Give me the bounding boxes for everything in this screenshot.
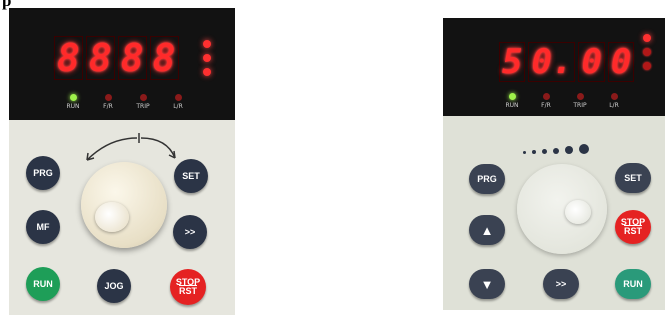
status-label: L/R: [609, 102, 619, 109]
unit-indicator-leds: [643, 34, 651, 70]
set-button[interactable]: SET: [174, 159, 208, 193]
led-display: 8 8 8 8 RUN F/R TRIP L/R: [9, 8, 235, 120]
keypad-face: PRG SET MF >> RUN JOG STOP RST: [9, 120, 235, 315]
dial-scale-dots-icon: [523, 144, 589, 154]
potentiometer-knob[interactable]: [517, 164, 607, 254]
stop-reset-button[interactable]: STOP RST: [170, 269, 206, 305]
up-arrow-icon: ▲: [480, 222, 494, 238]
up-button[interactable]: ▲: [469, 215, 505, 245]
set-button[interactable]: SET: [615, 163, 651, 193]
run-button[interactable]: RUN: [615, 269, 651, 299]
trip-led: [139, 94, 147, 101]
unit-led: [643, 48, 651, 56]
display-digit: 0: [607, 42, 635, 82]
lr-led: [174, 94, 182, 101]
down-arrow-icon: ▼: [480, 276, 494, 292]
display-digit: 8: [149, 36, 179, 80]
potentiometer-knob[interactable]: [81, 162, 167, 248]
status-lr: L/R: [603, 93, 625, 109]
status-label: TRIP: [136, 103, 150, 110]
status-run: RUN: [62, 94, 84, 110]
run-led: [508, 93, 516, 100]
keypad-panel-left: 8 8 8 8 RUN F/R TRIP L/R PRG SET MF >> R…: [9, 8, 235, 315]
display-digit: 0.: [528, 42, 576, 82]
status-label: RUN: [66, 103, 80, 110]
scale-dot: [542, 149, 547, 154]
down-button[interactable]: ▼: [469, 269, 505, 299]
status-fr: F/R: [535, 93, 557, 109]
status-fr: F/R: [97, 94, 119, 110]
reset-label: RST: [179, 286, 197, 296]
keypad-panel-right: 5 0. 0 0 RUN F/R TRIP L/R PRG SET ▲ STOP…: [443, 18, 665, 310]
seven-segment-readout: 5 0. 0 0: [499, 42, 635, 82]
status-label: F/R: [103, 103, 113, 110]
seven-segment-readout: 8 8 8 8: [54, 36, 179, 80]
stop-reset-button[interactable]: STOP RST: [615, 210, 651, 244]
reset-label: RST: [624, 226, 642, 236]
unit-indicator-leds: [203, 40, 211, 76]
display-digit: 0: [578, 42, 605, 82]
lr-led: [610, 93, 618, 100]
status-label: RUN: [505, 102, 519, 109]
status-label: F/R: [541, 102, 551, 109]
trip-led: [576, 93, 584, 100]
status-trip: TRIP: [569, 93, 591, 109]
led-display: 5 0. 0 0 RUN F/R TRIP L/R: [443, 18, 665, 116]
shift-button[interactable]: >>: [543, 269, 579, 299]
fr-led: [542, 93, 550, 100]
display-digit: 5: [499, 42, 526, 82]
status-label: TRIP: [573, 102, 587, 109]
scale-dot: [532, 150, 536, 154]
jog-button[interactable]: JOG: [97, 269, 131, 303]
knob-grip: [95, 202, 129, 232]
status-run: RUN: [501, 93, 523, 109]
unit-led: [203, 40, 211, 48]
display-digit: 8: [85, 36, 115, 80]
status-lr: L/R: [167, 94, 189, 110]
status-led-row: RUN F/R TRIP L/R: [62, 94, 189, 110]
unit-led: [643, 62, 651, 70]
unit-led: [643, 34, 651, 42]
scale-dot: [553, 148, 559, 154]
status-trip: TRIP: [132, 94, 154, 110]
unit-led: [203, 54, 211, 62]
prg-button[interactable]: PRG: [26, 156, 60, 190]
unit-led: [203, 68, 211, 76]
display-digit: 8: [117, 36, 147, 80]
run-led: [69, 94, 77, 101]
prg-button[interactable]: PRG: [469, 164, 505, 194]
shift-button[interactable]: >>: [173, 215, 207, 249]
scale-dot: [565, 146, 573, 154]
scale-dot: [579, 144, 589, 154]
fr-led: [104, 94, 112, 101]
keypad-face: PRG SET ▲ STOP RST ▼ >> RUN: [443, 116, 665, 310]
knob-grip: [565, 200, 591, 224]
status-led-row: RUN F/R TRIP L/R: [501, 93, 625, 109]
mf-button[interactable]: MF: [26, 210, 60, 244]
scale-dot: [523, 151, 526, 154]
display-digit: 8: [54, 36, 83, 80]
run-button[interactable]: RUN: [26, 267, 60, 301]
status-label: L/R: [173, 103, 183, 110]
